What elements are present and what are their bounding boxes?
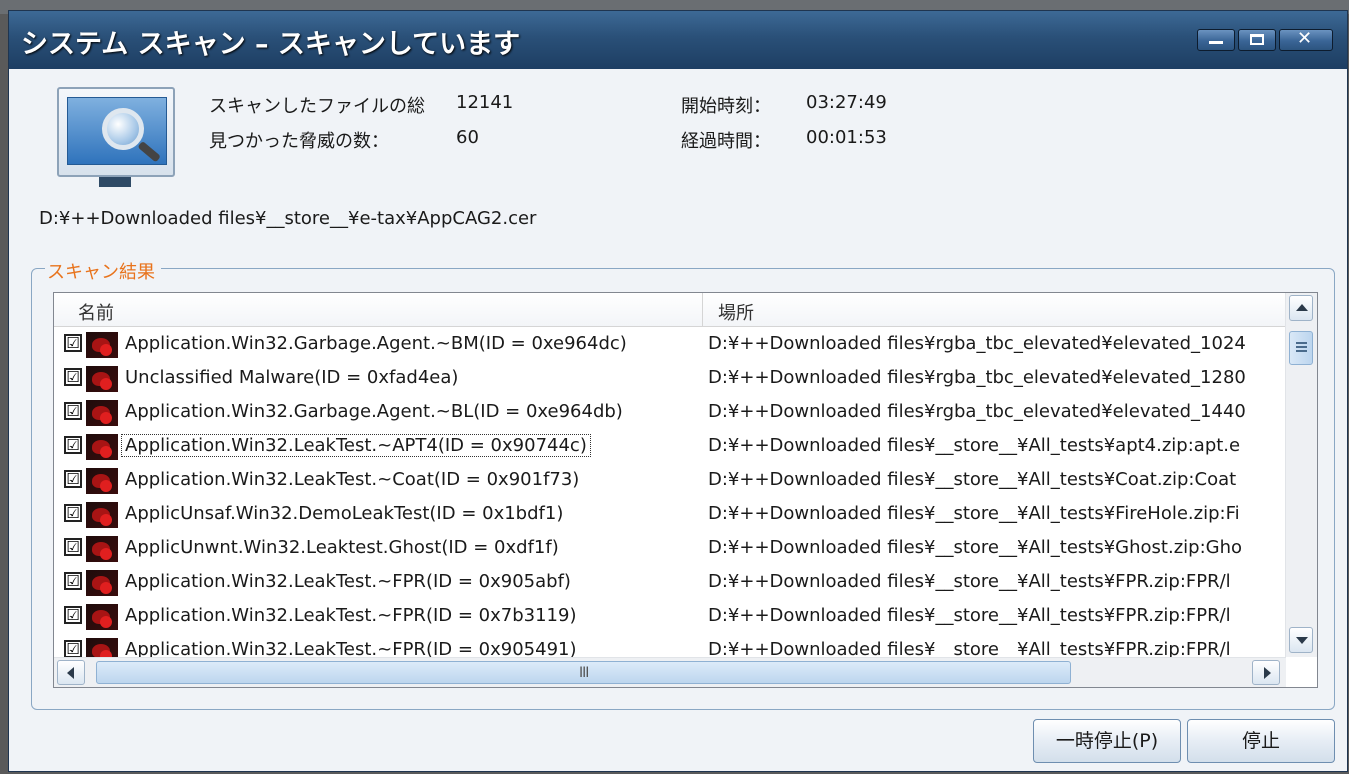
threat-location: D:¥++Downloaded files¥rgba_tbc_elevated¥…: [708, 401, 1246, 422]
row-checkbox[interactable]: ☑: [64, 470, 82, 488]
current-scan-path: D:¥++Downloaded files¥__store__¥e-tax¥Ap…: [39, 208, 537, 229]
arrow-up-icon: [1296, 304, 1308, 311]
threat-location: D:¥++Downloaded files¥rgba_tbc_elevated¥…: [708, 367, 1246, 388]
threat-location: D:¥++Downloaded files¥__store__¥All_test…: [708, 605, 1231, 626]
row-checkbox[interactable]: ☑: [64, 538, 82, 556]
vertical-scrollbar[interactable]: [1285, 293, 1317, 657]
scroll-down-button[interactable]: [1289, 627, 1313, 653]
table-row-selected[interactable]: ☑ Application.Win32.LeakTest.~APT4(ID = …: [54, 429, 1286, 463]
threat-name: ApplicUnsaf.Win32.DemoLeakTest(ID = 0x1b…: [125, 503, 564, 524]
vertical-scroll-thumb[interactable]: [1289, 331, 1313, 365]
scan-results-label: スキャン結果: [45, 258, 161, 284]
stop-button[interactable]: 停止: [1187, 719, 1335, 763]
scroll-up-button[interactable]: [1289, 295, 1313, 321]
threat-location: D:¥++Downloaded files¥__store__¥All_test…: [708, 469, 1237, 490]
threat-icon: [86, 366, 118, 392]
threat-icon: [86, 502, 118, 528]
threat-icon: [86, 332, 118, 358]
threat-icon: [86, 468, 118, 494]
minimize-button[interactable]: [1197, 29, 1235, 51]
arrow-right-icon: [1264, 667, 1271, 679]
table-row[interactable]: ☑ Application.Win32.Garbage.Agent.~BM(ID…: [54, 327, 1286, 361]
scroll-left-button[interactable]: [57, 660, 85, 685]
arrow-left-icon: [67, 667, 74, 679]
close-icon: ✕: [1297, 28, 1313, 49]
threats-found-value: 60: [456, 127, 479, 148]
threat-name: Unclassified Malware(ID = 0xfad4ea): [125, 367, 459, 388]
threat-icon: [86, 434, 118, 460]
scan-monitor-icon: [57, 87, 175, 187]
row-checkbox[interactable]: ☑: [64, 402, 82, 420]
threat-icon: [86, 400, 118, 426]
elapsed-time-value: 00:01:53: [806, 127, 887, 148]
table-row[interactable]: ☑ ApplicUnsaf.Win32.DemoLeakTest(ID = 0x…: [54, 497, 1286, 531]
threat-name: Application.Win32.Garbage.Agent.~BM(ID =…: [125, 333, 627, 354]
row-checkbox[interactable]: ☑: [64, 606, 82, 624]
threat-name: Application.Win32.LeakTest.~Coat(ID = 0x…: [125, 469, 580, 490]
start-time-value: 03:27:49: [806, 92, 887, 113]
row-checkbox[interactable]: ☑: [64, 572, 82, 590]
threat-name: Application.Win32.LeakTest.~FPR(ID = 0x9…: [125, 571, 571, 592]
row-checkbox[interactable]: ☑: [64, 368, 82, 386]
list-header: 名前 場所: [54, 293, 1286, 327]
window-controls: ✕: [1197, 28, 1333, 51]
row-checkbox[interactable]: ☑: [64, 436, 82, 454]
table-row[interactable]: ☑ Application.Win32.LeakTest.~FPR(ID = 0…: [54, 565, 1286, 599]
table-row[interactable]: ☑ Application.Win32.LeakTest.~FPR(ID = 0…: [54, 599, 1286, 633]
threats-found-label: 見つかった脅威の数：: [209, 131, 389, 152]
scan-window: システム スキャン – スキャンしています ✕ スキャンしたファイルの総 121…: [8, 10, 1348, 772]
scroll-grip: III: [579, 665, 589, 681]
magnifier-icon: [102, 108, 144, 150]
scanned-files-label: スキャンしたファイルの総: [209, 96, 425, 117]
maximize-icon: [1250, 34, 1264, 45]
table-row[interactable]: ☑ Unclassified Malware(ID = 0xfad4ea) D:…: [54, 361, 1286, 395]
threat-location: D:¥++Downloaded files¥__store__¥All_test…: [708, 503, 1240, 524]
close-button[interactable]: ✕: [1279, 28, 1333, 51]
threat-location: D:¥++Downloaded files¥__store__¥All_test…: [708, 639, 1231, 657]
threat-location: D:¥++Downloaded files¥rgba_tbc_elevated¥…: [708, 333, 1246, 354]
threat-location: D:¥++Downloaded files¥__store__¥All_test…: [708, 571, 1231, 592]
minimize-icon: [1209, 41, 1223, 44]
table-row[interactable]: ☑ Application.Win32.Garbage.Agent.~BL(ID…: [54, 395, 1286, 429]
arrow-down-icon: [1296, 637, 1308, 644]
row-checkbox[interactable]: ☑: [64, 334, 82, 352]
scanned-files-value: 12141: [456, 92, 514, 113]
threat-name: ApplicUnwnt.Win32.Leaktest.Ghost(ID = 0x…: [125, 537, 559, 558]
pause-button[interactable]: 一時停止(P): [1033, 719, 1181, 763]
threat-location: D:¥++Downloaded files¥__store__¥All_test…: [708, 537, 1243, 558]
horizontal-scroll-thumb[interactable]: III: [96, 661, 1071, 684]
row-checkbox[interactable]: ☑: [64, 504, 82, 522]
maximize-button[interactable]: [1238, 29, 1276, 51]
elapsed-time-label: 経過時間：: [681, 131, 771, 152]
column-header-location[interactable]: 場所: [718, 299, 754, 325]
results-rows: ☑ Application.Win32.Garbage.Agent.~BM(ID…: [54, 327, 1286, 657]
threat-icon: [86, 604, 118, 630]
results-list[interactable]: 名前 場所 ☑ Application.Win32.Garbage.Agent.…: [53, 292, 1318, 688]
threat-location: D:¥++Downloaded files¥__store__¥All_test…: [708, 435, 1241, 456]
table-row[interactable]: ☑ ApplicUnwnt.Win32.Leaktest.Ghost(ID = …: [54, 531, 1286, 565]
title-bar[interactable]: システム スキャン – スキャンしています ✕: [9, 11, 1347, 69]
row-checkbox[interactable]: ☑: [64, 640, 82, 657]
threat-icon: [86, 536, 118, 562]
threat-name: Application.Win32.LeakTest.~FPR(ID = 0x7…: [125, 605, 577, 626]
threat-icon: [86, 638, 118, 657]
threat-icon: [86, 570, 118, 596]
scroll-right-button[interactable]: [1252, 660, 1280, 685]
horizontal-scrollbar[interactable]: III: [54, 657, 1286, 687]
column-header-name[interactable]: 名前: [78, 299, 114, 325]
threat-name: Application.Win32.LeakTest.~APT4(ID = 0x…: [121, 434, 591, 457]
window-title: システム スキャン – スキャンしています: [21, 29, 521, 60]
threat-name: Application.Win32.Garbage.Agent.~BL(ID =…: [125, 401, 623, 422]
threat-name: Application.Win32.LeakTest.~FPR(ID = 0x9…: [125, 639, 577, 657]
table-row[interactable]: ☑ Application.Win32.LeakTest.~Coat(ID = …: [54, 463, 1286, 497]
start-time-label: 開始時刻：: [681, 96, 771, 117]
table-row[interactable]: ☑ Application.Win32.LeakTest.~FPR(ID = 0…: [54, 633, 1286, 657]
